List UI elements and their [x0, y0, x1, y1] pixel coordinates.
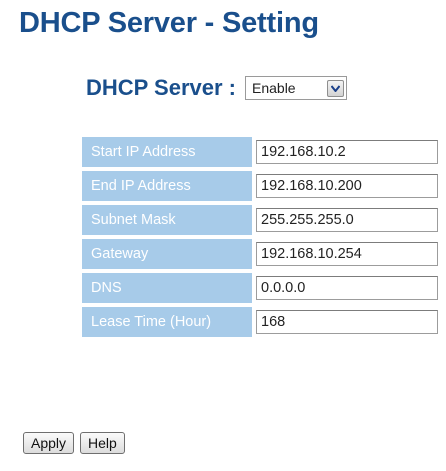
table-row: DNS	[82, 273, 438, 303]
table-row: Gateway	[82, 239, 438, 269]
table-row: End IP Address	[82, 171, 438, 201]
table-row: Subnet Mask	[82, 205, 438, 235]
action-buttons: Apply Help	[23, 432, 125, 454]
end-ip-label: End IP Address	[82, 171, 252, 201]
help-button[interactable]: Help	[80, 432, 125, 454]
subnet-mask-input[interactable]	[256, 208, 438, 232]
start-ip-input[interactable]	[256, 140, 438, 164]
gateway-label: Gateway	[82, 239, 252, 269]
dns-input[interactable]	[256, 276, 438, 300]
table-row: Start IP Address	[82, 137, 438, 167]
lease-time-label: Lease Time (Hour)	[82, 307, 252, 337]
start-ip-label: Start IP Address	[82, 137, 252, 167]
subnet-mask-label: Subnet Mask	[82, 205, 252, 235]
gateway-input[interactable]	[256, 242, 438, 266]
dns-label: DNS	[82, 273, 252, 303]
table-row: Lease Time (Hour)	[82, 307, 438, 337]
dhcp-server-label: DHCP Server :	[86, 75, 236, 100]
dhcp-server-row: DHCP Server : Enable	[86, 75, 347, 101]
apply-button[interactable]: Apply	[23, 432, 75, 454]
end-ip-input[interactable]	[256, 174, 438, 198]
dhcp-server-select[interactable]: Enable	[245, 76, 347, 100]
dhcp-server-selected-value: Enable	[252, 80, 296, 96]
lease-time-input[interactable]	[256, 310, 438, 334]
settings-table: Start IP Address End IP Address Subnet M…	[82, 133, 438, 341]
page-title: DHCP Server - Setting	[19, 7, 319, 39]
chevron-down-icon[interactable]	[327, 79, 344, 97]
